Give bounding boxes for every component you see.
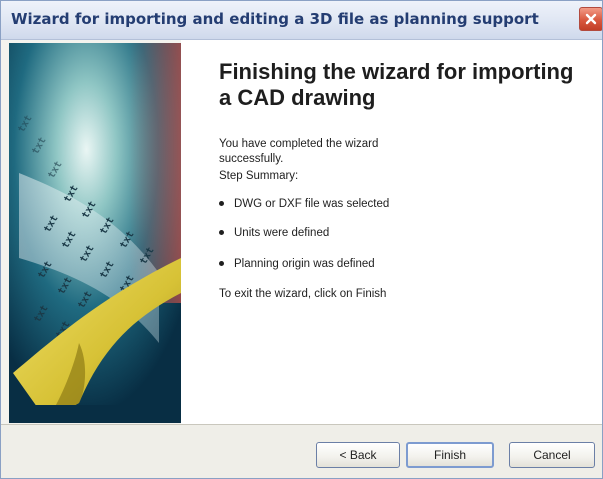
summary-item-origin-defined: Planning origin was defined [219,258,375,270]
back-button[interactable]: < Back [316,442,400,468]
bullet-icon [219,201,224,207]
cancel-button[interactable]: Cancel [509,442,595,468]
close-icon [585,13,597,25]
summary-item-units-defined: Units were defined [219,227,329,239]
completed-text-line1: You have completed the wizard [219,138,379,150]
finish-button[interactable]: Finish [406,442,494,468]
summary-item-text: DWG or DXF file was selected [234,198,390,210]
summary-item-text: Units were defined [234,227,330,239]
wizard-window: Wizard for importing and editing a 3D fi… [0,0,603,479]
summary-label: Step Summary: [219,170,299,182]
summary-item-text: Planning origin was defined [234,258,375,270]
completed-text-line2: successfully. [219,153,284,165]
title-bar[interactable]: Wizard for importing and editing a 3D fi… [1,1,602,40]
summary-item-file-selected: DWG or DXF file was selected [219,198,389,210]
button-bar: < Back Finish Cancel [1,424,602,478]
wizard-side-illustration: txt txt txt txt txt txt txt txt txt txt … [9,43,181,423]
exit-instructions: To exit the wizard, click on Finish [219,288,387,300]
page-heading: Finishing the wizard for importing a CAD… [219,59,574,110]
bullet-icon [219,230,224,236]
window-title: Wizard for importing and editing a 3D fi… [11,10,539,28]
close-button[interactable] [579,7,602,31]
bullet-icon [219,261,224,267]
wizard-content-panel: Finishing the wizard for importing a CAD… [181,40,602,424]
